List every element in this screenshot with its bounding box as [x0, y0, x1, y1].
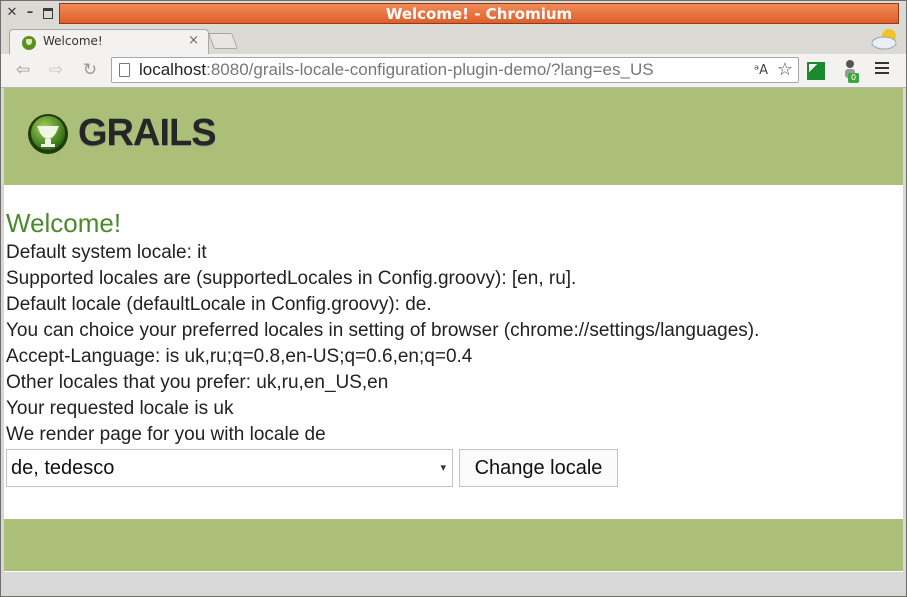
translate-icon[interactable]: ᵃA [754, 63, 768, 78]
reload-icon[interactable]: ↻ [78, 59, 102, 81]
window-minimize-icon[interactable]: – [23, 5, 37, 21]
info-line-default-locale: Default locale (defaultLocale in Config.… [6, 294, 432, 315]
address-bar[interactable]: localhost:8080/grails-locale-configurati… [111, 57, 799, 83]
tab-strip: Welcome! × [1, 27, 906, 54]
url-path: :8080/grails-locale-configuration-plugin… [206, 60, 654, 79]
main-content: Welcome! Default system locale: it Suppo… [6, 206, 901, 489]
new-tab-button[interactable] [208, 33, 238, 49]
info-line-other-locales: Other locales that you prefer: uk,ru,en_… [6, 372, 389, 393]
bookmark-star-icon[interactable]: ☆ [777, 59, 793, 80]
forward-arrow-icon[interactable]: ⇨ [44, 59, 68, 81]
back-arrow-icon[interactable]: ⇦ [11, 59, 35, 81]
tab-welcome[interactable]: Welcome! × [9, 29, 209, 54]
info-line-system-locale: Default system locale: it [6, 242, 207, 263]
grails-logo-icon [28, 114, 68, 154]
web-page: GRAILS Welcome! Default system locale: i… [4, 88, 903, 572]
browser-toolbar: ⇦ ⇨ ↻ localhost:8080/grails-locale-confi… [1, 54, 906, 88]
menu-icon[interactable] [875, 62, 889, 76]
logo-text: GRAILS [78, 112, 217, 154]
weather-icon [871, 29, 897, 50]
info-line-accept-language: Accept-Language: is uk,ru;q=0.8,en-US;q=… [6, 346, 473, 367]
grails-logo[interactable]: GRAILS [26, 108, 217, 160]
window-title: Welcome! - Chromium [385, 5, 573, 23]
window-close-icon[interactable]: ✕ [5, 5, 19, 21]
locale-select[interactable]: de, tedesco ▾ [6, 449, 453, 487]
info-line-rendered-locale: We render page for you with locale de [6, 424, 326, 445]
info-line-browser-settings: You can choice your preferred locales in… [6, 320, 760, 341]
page-title: Welcome! [6, 208, 122, 238]
window-maximize-icon[interactable] [41, 5, 55, 21]
change-locale-button[interactable]: Change locale [459, 449, 618, 487]
info-line-supported-locales: Supported locales are (supportedLocales … [6, 268, 577, 289]
tab-title: Welcome! [43, 34, 103, 48]
locale-select-value: de, tedesco [11, 457, 115, 479]
extension-badge: 0 [848, 73, 859, 83]
title-strip: Welcome! - Chromium [59, 3, 899, 24]
page-icon [119, 63, 130, 77]
dropdown-arrow-icon: ▾ [440, 462, 446, 474]
info-line-requested-locale: Your requested locale is uk [6, 398, 234, 419]
window-bottom [4, 572, 903, 594]
extension-green-icon[interactable] [807, 62, 825, 80]
grails-favicon-icon [22, 36, 36, 50]
url-host: localhost [139, 60, 207, 79]
header-band: GRAILS [4, 88, 903, 185]
url-text[interactable]: localhost:8080/grails-locale-configurati… [139, 60, 654, 80]
title-bar: ✕ – Welcome! - Chromium [1, 1, 906, 27]
footer-band [4, 519, 903, 571]
browser-window: ✕ – Welcome! - Chromium Welcome! × ⇦ ⇨ ↻… [0, 0, 907, 597]
tab-close-icon[interactable]: × [188, 33, 199, 48]
locale-form: de, tedesco ▾ Change locale [6, 449, 901, 489]
